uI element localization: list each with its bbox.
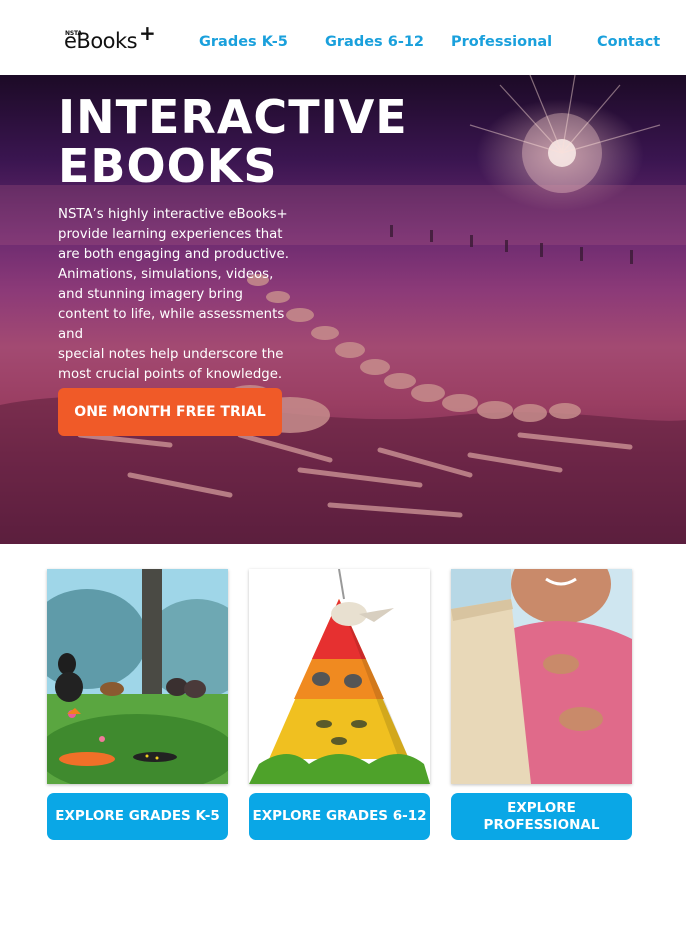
grades-6-12-image[interactable] bbox=[249, 569, 430, 784]
logo-plus: + bbox=[139, 21, 156, 45]
hero-description-line: and bbox=[58, 327, 84, 343]
nav-grades-k5[interactable]: Grades K-5 bbox=[199, 34, 288, 50]
hero-title-line: EBOOKS bbox=[58, 139, 278, 193]
button-label: EXPLORE GRADES 6-12 bbox=[252, 808, 427, 824]
button-label: EXPLORE GRADES K-5 bbox=[55, 808, 220, 824]
hero-description-line: special notes help underscore the bbox=[58, 347, 284, 363]
explore-grades-6-12-button[interactable]: EXPLORE GRADES 6-12 bbox=[249, 793, 430, 840]
logo-word: eBooks bbox=[64, 29, 138, 53]
hero-title-line: INTERACTIVE bbox=[58, 90, 408, 144]
site-header: NSTA eBooks + Grades K-5 Grades 6-12 Pro… bbox=[0, 0, 686, 75]
food-pyramid-illustration bbox=[249, 569, 430, 784]
button-label: EXPLORE bbox=[507, 799, 576, 816]
button-label: PROFESSIONAL bbox=[483, 816, 600, 833]
button-label-group: EXPLORE PROFESSIONAL bbox=[484, 800, 600, 834]
hero-title: INTERACTIVE EBOOKS bbox=[58, 93, 408, 191]
hero-description-line: are both engaging and productive. bbox=[58, 247, 289, 263]
hero-description-line: Animations, simulations, videos, bbox=[58, 267, 274, 283]
grades-k5-image[interactable] bbox=[47, 569, 228, 784]
student-tablet-photo bbox=[451, 569, 632, 784]
nav-contact[interactable]: Contact bbox=[597, 34, 660, 50]
ebooks-logo[interactable]: NSTA eBooks + bbox=[64, 21, 156, 53]
explore-professional-button[interactable]: EXPLORE PROFESSIONAL bbox=[451, 793, 632, 840]
hero-description-line: provide learning experiences that bbox=[58, 227, 283, 243]
nav-professional[interactable]: Professional bbox=[451, 34, 552, 50]
hero-banner: INTERACTIVE EBOOKS NSTA’s highly interac… bbox=[0, 75, 686, 544]
hero-description-line: NSTA’s highly interactive eBooks+ bbox=[58, 207, 288, 223]
hero-description-line: most crucial points of knowledge. bbox=[58, 367, 283, 383]
hero-description: NSTA’s highly interactive eBooks+ provid… bbox=[58, 205, 290, 385]
forest-animals-illustration bbox=[47, 569, 228, 784]
hero-description-line: content to life, while assessments bbox=[58, 307, 285, 323]
nav-grades-6-12[interactable]: Grades 6-12 bbox=[325, 34, 424, 50]
hero-description-line: and stunning imagery bring bbox=[58, 287, 243, 303]
professional-image[interactable] bbox=[451, 569, 632, 784]
free-trial-button[interactable]: ONE MONTH FREE TRIAL bbox=[58, 388, 282, 436]
explore-grades-k5-button[interactable]: EXPLORE GRADES K-5 bbox=[47, 793, 228, 840]
